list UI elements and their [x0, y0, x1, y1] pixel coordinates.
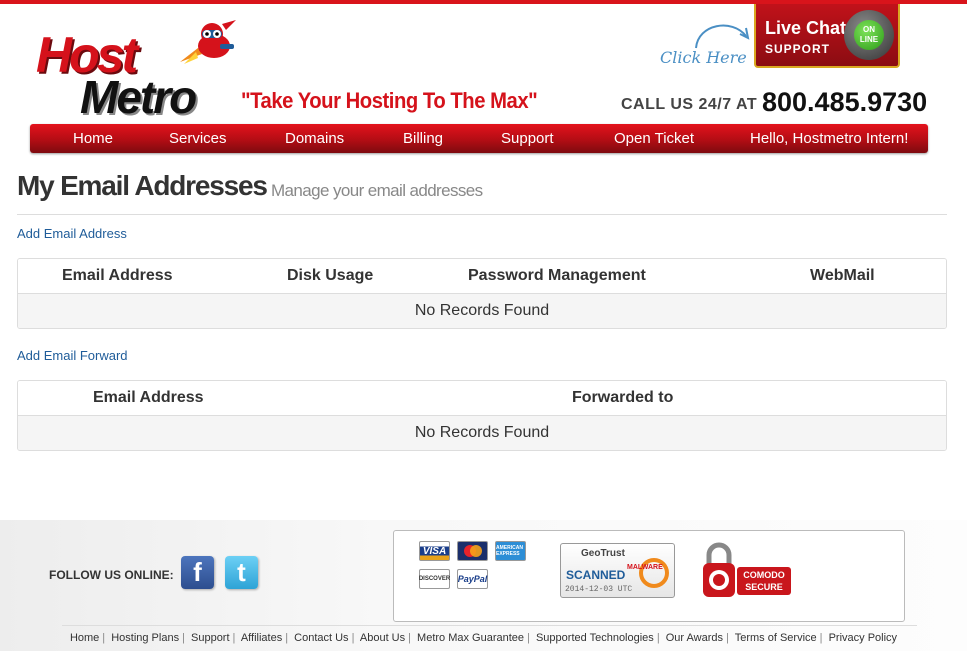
geotrust-malware-scan-badge[interactable]: GeoTrust SCANNED MALWARE 2014-12-03 UTC: [560, 543, 675, 598]
footer-link-metro-max-guarantee[interactable]: Metro Max Guarantee: [417, 632, 524, 644]
footer-link-affiliates[interactable]: Affiliates: [241, 632, 282, 644]
mastercard-icon: [457, 541, 488, 561]
comodo-label-line1: COMODO: [743, 570, 785, 580]
main-nav: Home Services Domains Billing Support Op…: [30, 124, 928, 153]
footer-link-supported-technologies[interactable]: Supported Technologies: [536, 632, 654, 644]
geotrust-malware-label: MALWARE: [627, 564, 663, 571]
click-here-hint: Click Here: [660, 48, 747, 67]
column-header-forwarded-to[interactable]: Forwarded to: [572, 389, 673, 407]
footer-link-contact-us[interactable]: Contact Us: [294, 632, 348, 644]
facebook-icon[interactable]: f: [181, 556, 214, 589]
table-header: Email Address Disk Usage Password Manage…: [18, 259, 946, 294]
column-header-password-management[interactable]: Password Management: [468, 267, 646, 285]
nav-item-domains[interactable]: Domains: [285, 130, 344, 147]
footer-link-about-us[interactable]: About Us: [360, 632, 405, 644]
table-row: No Records Found: [18, 416, 946, 450]
footer-link-home[interactable]: Home: [70, 632, 99, 644]
page-subtitle: Manage your email addresses: [271, 181, 483, 200]
live-chat-subtitle: SUPPORT: [765, 42, 831, 56]
column-header-email-address[interactable]: Email Address: [62, 267, 173, 285]
twitter-icon[interactable]: t: [225, 556, 258, 589]
comodo-secure-badge[interactable]: COMODO SECURE: [701, 541, 793, 603]
online-status-icon: ON LINE: [844, 10, 894, 60]
geotrust-scanned-label: SCANNED: [566, 568, 626, 582]
footer-link-hosting-plans[interactable]: Hosting Plans: [111, 632, 179, 644]
footer: FOLLOW US ONLINE: f t VISA AMERICAN EXPR…: [0, 520, 967, 651]
hostmetro-logo[interactable]: Host Metro: [36, 18, 241, 123]
paypal-icon: PayPal: [457, 569, 488, 589]
add-email-forward-link[interactable]: Add Email Forward: [17, 348, 128, 363]
email-addresses-table: Email Address Disk Usage Password Manage…: [17, 258, 947, 329]
geotrust-scan-date: 2014-12-03 UTC: [565, 585, 633, 594]
phone-number: 800.485.9730: [762, 87, 928, 117]
nav-item-support[interactable]: Support: [501, 130, 554, 147]
visa-card-icon: VISA: [419, 541, 450, 561]
nav-item-services[interactable]: Services: [169, 130, 227, 147]
follow-us-label: FOLLOW US ONLINE:: [49, 568, 174, 582]
page-title: My Email Addresses: [17, 170, 268, 201]
logo-word-metro: Metro: [80, 71, 197, 123]
nav-item-home[interactable]: Home: [73, 130, 113, 147]
add-email-address-link[interactable]: Add Email Address: [17, 226, 127, 241]
amex-card-icon: AMERICAN EXPRESS: [495, 541, 526, 561]
malware-stop-icon: [639, 558, 669, 588]
live-chat-title: Live Chat: [765, 18, 847, 38]
rocket-mascot-icon: [180, 20, 236, 64]
tagline: "Take Your Hosting To The Max": [241, 88, 538, 113]
geotrust-brand: GeoTrust: [581, 548, 625, 559]
footer-link-privacy-policy[interactable]: Privacy Policy: [829, 632, 897, 644]
email-forwards-table: Email Address Forwarded to No Records Fo…: [17, 380, 947, 451]
online-status-bottom: LINE: [859, 35, 879, 44]
column-header-webmail[interactable]: WebMail: [810, 267, 875, 285]
comodo-label: COMODO SECURE: [737, 567, 791, 595]
discover-card-icon: DISCOVER: [419, 569, 450, 589]
footer-link-terms-of-service[interactable]: Terms of Service: [735, 632, 817, 644]
column-header-disk-usage[interactable]: Disk Usage: [287, 267, 373, 285]
column-header-email-address[interactable]: Email Address: [93, 389, 204, 407]
footer-divider: [62, 625, 917, 626]
nav-item-account[interactable]: Hello, Hostmetro Intern!: [750, 130, 908, 147]
comodo-label-line2: SECURE: [745, 582, 783, 592]
nav-item-billing[interactable]: Billing: [403, 130, 443, 147]
trust-badges-panel: VISA AMERICAN EXPRESS DISCOVER PayPal Ge…: [393, 530, 905, 622]
table-row: No Records Found: [18, 294, 946, 328]
footer-link-support[interactable]: Support: [191, 632, 230, 644]
title-divider: [17, 214, 947, 215]
nav-item-open-ticket[interactable]: Open Ticket: [614, 130, 694, 147]
empty-state-text: No Records Found: [414, 302, 550, 319]
footer-link-our-awards[interactable]: Our Awards: [666, 632, 723, 644]
empty-state-text: No Records Found: [414, 424, 550, 441]
table-header: Email Address Forwarded to: [18, 381, 946, 416]
padlock-icon: [703, 542, 735, 597]
live-chat-button[interactable]: Live Chat SUPPORT ON LINE: [754, 4, 900, 68]
call-us-label: CALL US 24/7 AT: [621, 96, 758, 113]
online-status-top: ON: [863, 25, 875, 34]
footer-links: Home | Hosting Plans | Support | Affiliates…: [69, 632, 898, 644]
